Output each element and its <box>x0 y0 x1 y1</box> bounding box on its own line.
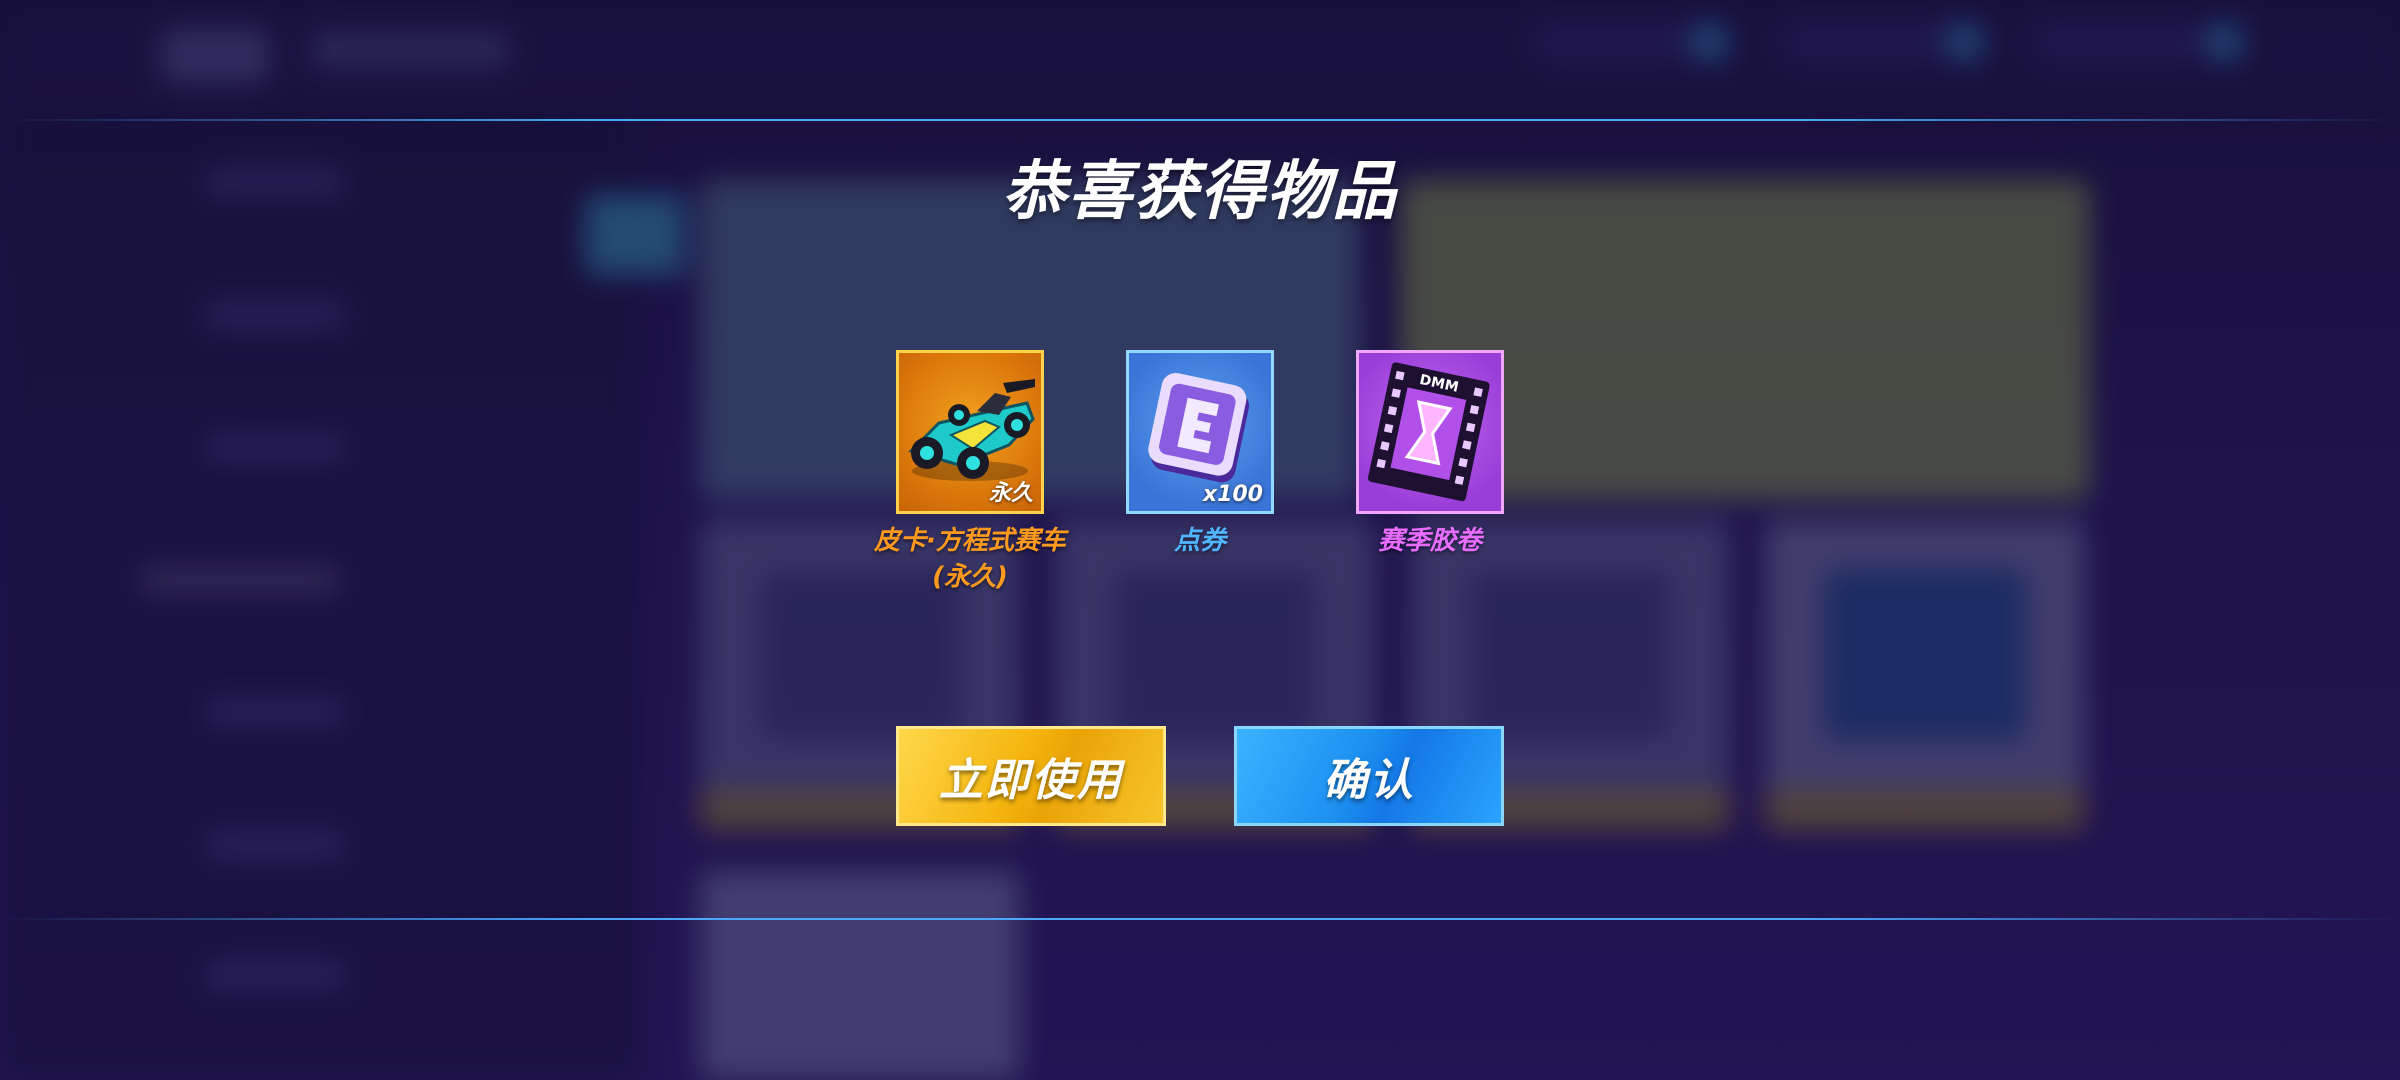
confirm-button[interactable]: 确认 <box>1234 726 1504 826</box>
item-quantity: x100 <box>1202 482 1263 507</box>
reward-item-car[interactable]: 永久 <box>896 350 1044 514</box>
reward-item-name: 点券 <box>1173 526 1226 556</box>
reward-item-name: 赛季胶卷 <box>1377 526 1482 556</box>
reward-title: 恭喜获得物品 <box>1002 155 1398 229</box>
reward-item-coupon[interactable]: x100 <box>1126 350 1274 514</box>
reward-item-film[interactable]: DMM <box>1356 350 1504 514</box>
bottom-divider-line <box>0 918 2400 920</box>
film-roll-icon: DMM <box>1367 362 1490 502</box>
item-duration-badge: 永久 <box>988 481 1033 506</box>
reward-item-name: 皮卡·方程式赛车 (永久) <box>874 526 1066 592</box>
top-divider-line <box>0 119 2400 121</box>
use-now-button[interactable]: 立即使用 <box>896 726 1166 826</box>
